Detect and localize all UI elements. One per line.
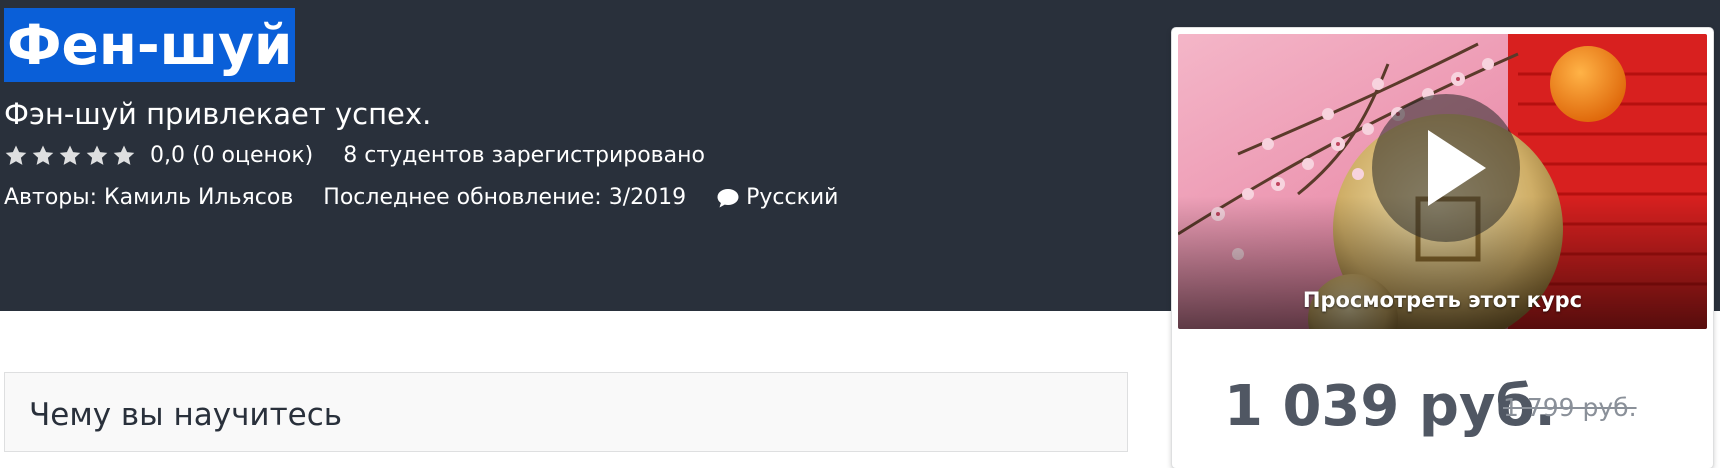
rating-row: 0,0 (0 оценок) 8 студентов зарегистриров… [4, 142, 705, 170]
what-you-will-learn: Чему вы научитесь [4, 372, 1128, 452]
students-count: 8 студентов зарегистрировано [343, 143, 705, 168]
star-icon [59, 145, 81, 165]
star-icon [5, 145, 27, 165]
rating-text[interactable]: 0,0 (0 оценок) [150, 142, 313, 170]
details-row: Авторы: Камиль Ильясов Последнее обновле… [4, 184, 838, 212]
course-subtitle: Фэн-шуй привлекает успех. [4, 97, 432, 131]
play-button[interactable] [1372, 94, 1520, 242]
course-preview[interactable]: Просмотреть этот курс [1178, 34, 1707, 329]
rating-stars [4, 144, 136, 168]
star-icon [32, 145, 54, 165]
preview-caption[interactable]: Просмотреть этот курс [1178, 286, 1707, 314]
learn-title: Чему вы научитесь [29, 397, 343, 433]
original-price: 1 799 руб. [1503, 393, 1637, 422]
course-title: Фен-шуй [4, 8, 296, 82]
chat-bubble-icon [717, 189, 739, 208]
course-language: Русский [746, 185, 839, 210]
authors-link[interactable]: Авторы: Камиль Ильясов [4, 184, 293, 212]
purchase-card: Просмотреть этот курс 1 039 руб. 1 799 р… [1172, 28, 1713, 468]
last-updated: Последнее обновление: 3/2019 [323, 185, 687, 210]
play-icon [1428, 130, 1486, 206]
star-icon [113, 145, 135, 165]
star-icon [86, 145, 108, 165]
